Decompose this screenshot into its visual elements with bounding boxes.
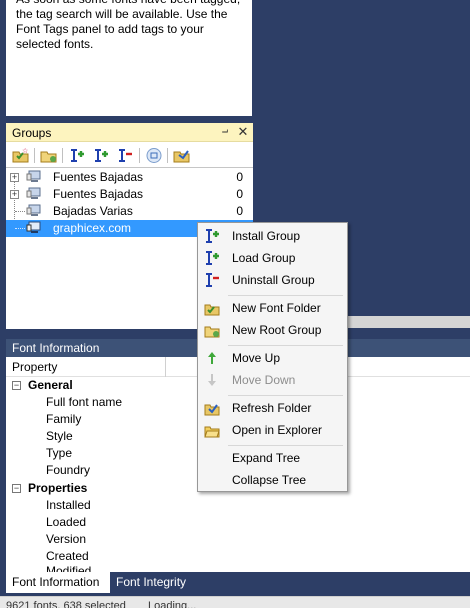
sync-icon[interactable]: [145, 147, 163, 164]
status-bar: 9621 fonts, 638 selected Loading...: [0, 596, 470, 608]
menu-item-open-in-explorer[interactable]: Open in Explorer: [200, 419, 345, 441]
tree-item-label: graphicex.com: [53, 221, 132, 235]
load-group-icon[interactable]: [92, 147, 110, 164]
property-row[interactable]: Loaded: [46, 515, 86, 532]
expand-icon[interactable]: +: [10, 190, 19, 199]
tree-line: [15, 228, 25, 229]
font-information-title: Font Information: [12, 341, 100, 355]
status-font-count: 9621 fonts, 638 selected: [6, 600, 126, 608]
menu-separator: [228, 445, 343, 446]
menu-item-uninstall-group[interactable]: Uninstall Group: [200, 269, 345, 291]
new-root-group-icon: [204, 322, 220, 338]
menu-item-new-font-folder[interactable]: New Font Folder: [200, 297, 345, 319]
menu-item-label: Expand Tree: [232, 451, 301, 465]
status-loading: Loading...: [148, 600, 197, 608]
tag-search-info-text: As soon as some fonts have been tagged, …: [16, 0, 240, 51]
property-row[interactable]: Type: [46, 446, 72, 463]
menu-item-label: New Root Group: [232, 323, 322, 337]
property-row[interactable]: Modified: [46, 564, 91, 572]
close-icon[interactable]: ✕: [236, 124, 250, 140]
menu-item-label: New Font Folder: [232, 301, 321, 315]
toolbar-separator: [34, 148, 35, 163]
menu-item-collapse-tree[interactable]: Collapse Tree: [200, 469, 345, 491]
property-row[interactable]: Style: [46, 429, 73, 446]
menu-item-label: Move Up: [232, 351, 281, 365]
menu-item-label: Load Group: [232, 251, 296, 265]
tree-item[interactable]: Bajadas Varias 0: [6, 203, 253, 220]
property-row[interactable]: Full font name: [46, 395, 122, 412]
menu-item-load-group[interactable]: Load Group: [200, 247, 345, 269]
menu-item-refresh-folder[interactable]: Refresh Folder: [200, 397, 345, 419]
tree-item-count: 0: [236, 204, 243, 218]
tree-item[interactable]: + Fuentes Bajadas 0: [6, 186, 253, 203]
tab-font-integrity[interactable]: Font Integrity: [110, 572, 192, 593]
group-icon: [26, 204, 42, 218]
tree-item-label: Bajadas Varias: [53, 204, 133, 218]
property-row[interactable]: Installed: [46, 498, 91, 515]
tree-item-label: Fuentes Bajadas: [53, 170, 144, 184]
toolbar-separator: [62, 148, 63, 163]
groups-panel-title: Groups: [12, 126, 52, 140]
svg-text:☆: ☆: [22, 147, 28, 155]
refresh-folder-icon[interactable]: [173, 147, 191, 164]
tree-item-count: 0: [236, 187, 243, 201]
new-font-folder-icon: [204, 300, 220, 316]
install-group-icon[interactable]: [68, 147, 86, 164]
property-row[interactable]: Foundry: [46, 463, 90, 480]
menu-item-label: Open in Explorer: [232, 423, 323, 437]
property-row[interactable]: Family: [46, 412, 81, 429]
menu-item-label: Install Group: [232, 229, 301, 243]
pin-icon[interactable]: ⨼: [218, 124, 232, 140]
uninstall-group-icon[interactable]: [116, 147, 134, 164]
tree-item-label: Fuentes Bajadas: [53, 187, 144, 201]
menu-item-move-down[interactable]: Move Down: [200, 369, 345, 391]
property-column-label: Property: [12, 360, 58, 374]
menu-item-expand-tree[interactable]: Expand Tree: [200, 447, 345, 469]
menu-item-label: Move Down: [232, 373, 296, 387]
toolbar-separator: [139, 148, 140, 163]
load-group-icon: [204, 250, 220, 266]
group-icon: [26, 221, 42, 235]
group-icon: [26, 170, 42, 184]
tree-item-count: 0: [236, 170, 243, 184]
menu-separator: [228, 345, 343, 346]
category-properties[interactable]: Properties: [28, 481, 87, 498]
group-icon: [26, 187, 42, 201]
add-group-icon[interactable]: ☆: [12, 147, 30, 164]
menu-separator: [228, 295, 343, 296]
groups-toolbar: ☆: [6, 143, 253, 168]
collapse-icon[interactable]: −: [12, 484, 21, 493]
menu-item-install-group[interactable]: Install Group: [200, 225, 345, 247]
tag-search-panel: As soon as some fonts have been tagged, …: [6, 0, 252, 116]
menu-item-label: Collapse Tree: [232, 473, 307, 487]
menu-separator: [228, 395, 343, 396]
expand-icon[interactable]: +: [10, 173, 19, 182]
category-general[interactable]: General: [28, 378, 73, 395]
property-row[interactable]: Version: [46, 532, 86, 549]
menu-item-label: Uninstall Group: [232, 273, 315, 287]
bottom-tab-bar: Font Information Font Integrity: [6, 572, 470, 594]
menu-item-label: Refresh Folder: [232, 401, 312, 415]
tree-item[interactable]: + Fuentes Bajadas 0: [6, 169, 253, 186]
menu-item-move-up[interactable]: Move Up: [200, 347, 345, 369]
group-context-menu: Install Group Load Group Uninstall Group…: [197, 222, 348, 492]
arrow-up-icon: [204, 350, 220, 366]
groups-panel-header: Groups ⨼ ✕: [6, 123, 253, 142]
collapse-icon[interactable]: −: [12, 381, 21, 390]
column-divider[interactable]: [165, 357, 166, 377]
install-group-icon: [204, 228, 220, 244]
arrow-down-icon: [204, 372, 220, 388]
tab-font-information[interactable]: Font Information: [6, 572, 110, 593]
menu-item-new-root-group[interactable]: New Root Group: [200, 319, 345, 341]
new-folder-icon[interactable]: [40, 147, 58, 164]
open-folder-icon: [204, 422, 220, 438]
toolbar-separator: [167, 148, 168, 163]
uninstall-group-icon: [204, 272, 220, 288]
refresh-folder-icon: [204, 400, 220, 416]
